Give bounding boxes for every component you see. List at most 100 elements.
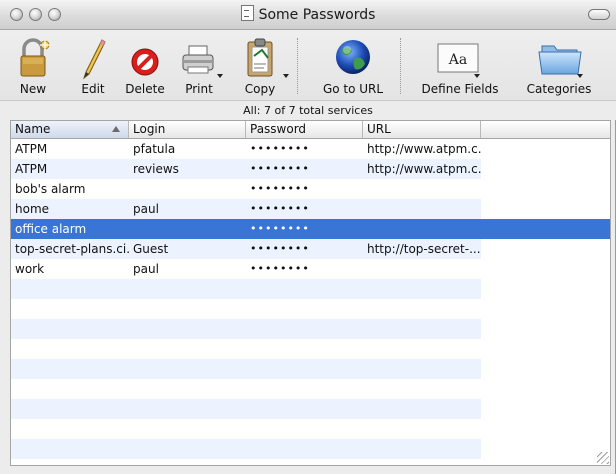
empty-table-row: [11, 399, 610, 419]
window-title: Some Passwords: [258, 7, 376, 23]
row-stripe: [11, 279, 481, 299]
cell-password: ••••••••: [250, 222, 310, 235]
column-header-name[interactable]: Name: [11, 121, 129, 138]
services-table[interactable]: Name Login Password URL ATPM pfatula •••••…: [10, 120, 611, 466]
printer-icon: [182, 45, 214, 74]
cell-url: [363, 199, 481, 219]
cell-password: ••••••••: [250, 202, 310, 215]
go-to-url-button[interactable]: Go to URL: [318, 36, 388, 98]
cell-url: http://www.atpm.c...: [367, 162, 481, 176]
column-header-url[interactable]: URL: [363, 121, 481, 138]
cell-name: home: [15, 202, 50, 216]
print-button[interactable]: Print: [176, 36, 223, 98]
row-stripe: [11, 439, 481, 459]
cell-login: Guest: [133, 242, 169, 256]
table-row[interactable]: work paul ••••••••: [11, 259, 610, 279]
row-stripe: [11, 379, 481, 399]
cell-password: ••••••••: [250, 182, 310, 195]
copy-button[interactable]: Copy: [238, 36, 290, 98]
categories-menu-arrow-icon: [577, 74, 583, 78]
table-row[interactable]: ATPM pfatula •••••••• http://www.atpm.c...: [11, 139, 610, 159]
cell-login: pfatula: [133, 142, 176, 156]
print-button-label: Print: [185, 82, 213, 96]
empty-table-row: [11, 439, 610, 459]
define-fields-button[interactable]: Aa Define Fields: [414, 36, 506, 98]
cell-password: ••••••••: [250, 162, 310, 175]
row-stripe: [11, 339, 481, 359]
column-header-password[interactable]: Password: [246, 121, 363, 138]
table-row[interactable]: top-secret-plans.ci... Guest •••••••• http:…: [11, 239, 610, 259]
define-fields-button-label: Define Fields: [421, 82, 499, 96]
table-row[interactable]: home paul ••••••••: [11, 199, 610, 219]
toolbar: New Edit Delete Print Copy Go to URL Aa …: [0, 30, 616, 100]
edit-button[interactable]: Edit: [78, 36, 108, 98]
password-window: Some Passwords New Edit Delete Print Cop…: [0, 0, 616, 474]
toolbar-separator: [400, 38, 401, 94]
cell-name: top-secret-plans.ci...: [15, 242, 129, 256]
empty-table-row: [11, 419, 610, 439]
cell-url: http://www.atpm.c...: [367, 142, 481, 156]
lock-icon: [20, 38, 50, 77]
row-stripe: [11, 419, 481, 439]
column-header-password-label: Password: [250, 122, 307, 136]
categories-button-label: Categories: [526, 82, 592, 96]
cell-login: paul: [133, 202, 159, 216]
svg-text:Aa: Aa: [448, 52, 467, 68]
cell-login: [129, 219, 246, 239]
cell-name: bob's alarm: [15, 182, 86, 196]
cell-name: ATPM: [15, 162, 48, 176]
cell-url: [363, 219, 481, 239]
column-header-url-label: URL: [367, 122, 391, 136]
empty-table-row: [11, 359, 610, 379]
title-bar[interactable]: Some Passwords: [0, 0, 616, 30]
sort-ascending-icon: [112, 126, 120, 132]
row-stripe: [11, 399, 481, 419]
row-stripe: [11, 359, 481, 379]
cell-login: paul: [133, 262, 159, 276]
cell-password: ••••••••: [250, 142, 310, 155]
new-button[interactable]: New: [14, 36, 52, 98]
delete-icon: [131, 48, 159, 76]
row-stripe: [11, 319, 481, 339]
empty-table-row: [11, 319, 610, 339]
table-row[interactable]: ATPM reviews •••••••• http://www.atpm.c...: [11, 159, 610, 179]
column-header-login[interactable]: Login: [129, 121, 246, 138]
toolbar-separator: [297, 38, 298, 94]
resize-grip-icon[interactable]: [597, 452, 609, 464]
window-title-wrap: Some Passwords: [0, 5, 616, 25]
edit-button-label: Edit: [81, 82, 105, 96]
copy-button-label: Copy: [244, 82, 276, 96]
empty-table-row: [11, 379, 610, 399]
cell-login: [129, 179, 246, 199]
cell-name: work: [15, 262, 45, 276]
empty-table-row: [11, 279, 610, 299]
table-header: Name Login Password URL: [11, 121, 610, 139]
folder-icon: [538, 45, 582, 75]
globe-icon: [336, 40, 370, 74]
go-to-url-button-label: Go to URL: [322, 82, 384, 96]
font-icon: Aa: [437, 43, 479, 73]
toolbar-toggle-button[interactable]: [588, 9, 610, 20]
cell-url: [363, 179, 481, 199]
row-stripe: [11, 299, 481, 319]
table-row[interactable]: office alarm ••••••••: [11, 219, 610, 239]
cell-url: http://top-secret-...: [367, 242, 481, 256]
services-count-status: All: 7 of 7 total services: [0, 100, 616, 120]
cell-password: ••••••••: [250, 242, 310, 255]
cell-login: reviews: [133, 162, 179, 176]
delete-button[interactable]: Delete: [124, 36, 166, 98]
cell-name: ATPM: [15, 142, 48, 156]
column-header-login-label: Login: [133, 122, 166, 136]
categories-button[interactable]: Categories: [522, 36, 596, 98]
cell-password: ••••••••: [250, 262, 310, 275]
cell-url: [363, 259, 481, 279]
print-menu-arrow-icon: [217, 74, 223, 78]
new-button-label: New: [19, 82, 47, 96]
copy-menu-arrow-icon: [283, 74, 289, 78]
empty-table-row: [11, 299, 610, 319]
table-row[interactable]: bob's alarm ••••••••: [11, 179, 610, 199]
document-icon: [240, 5, 254, 21]
define-fields-menu-arrow-icon: [474, 74, 480, 78]
delete-button-label: Delete: [125, 82, 165, 96]
empty-table-row: [11, 339, 610, 359]
